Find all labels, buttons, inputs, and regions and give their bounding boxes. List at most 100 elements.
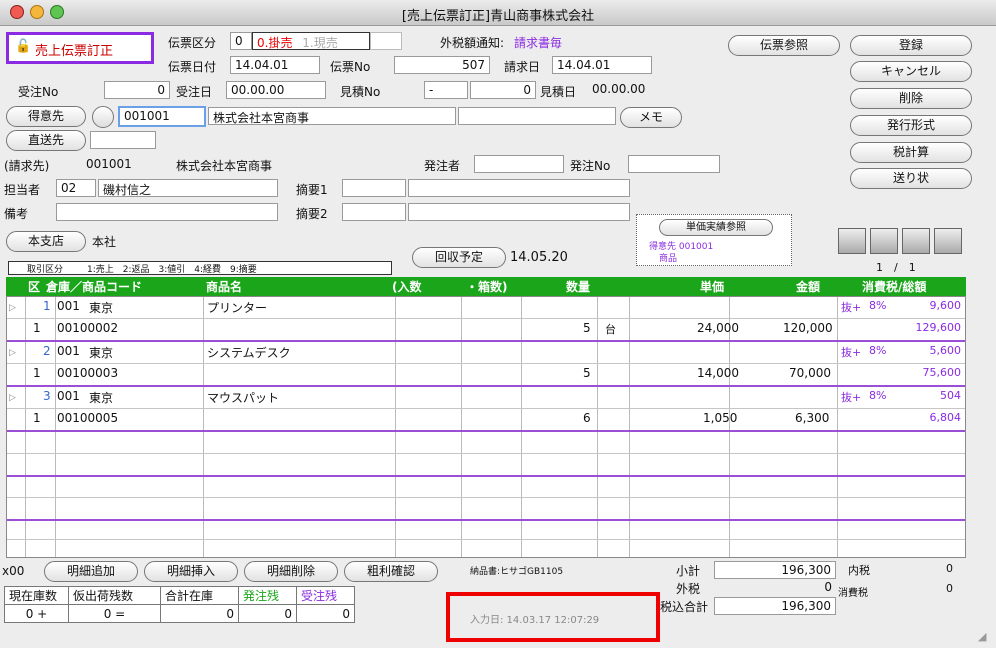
biko-input[interactable] bbox=[56, 203, 278, 221]
detail-grid[interactable]: ▷ 1 001 東京 プリンター 抜+ 8% 9,600 1 00100002 … bbox=[6, 296, 966, 558]
row-separator bbox=[7, 430, 965, 432]
mitsumori-date-input[interactable]: 00.00.00 bbox=[588, 81, 652, 99]
toroku-button[interactable]: 登録 bbox=[850, 35, 972, 56]
memo-button[interactable]: メモ bbox=[620, 107, 682, 128]
col-irisu: (入数 bbox=[392, 280, 422, 294]
mitsumori-no-prefix[interactable]: - bbox=[424, 81, 468, 99]
table-row[interactable]: 1 00100003 5 14,000 70,000 75,600 bbox=[7, 364, 965, 386]
total-amount: 129,600 bbox=[915, 321, 962, 334]
tokuisaki-name-field[interactable]: 株式会社本宮商事 bbox=[208, 107, 456, 125]
zeigaku-label: 外税額通知: bbox=[440, 36, 505, 50]
tokuisaki-radio[interactable] bbox=[92, 106, 114, 128]
chokuso-button[interactable]: 直送先 bbox=[6, 130, 86, 151]
shokei-label: 小計 bbox=[676, 564, 701, 578]
tekiyo1-text-input[interactable] bbox=[408, 179, 630, 197]
table-row[interactable]: ▷ 2 001 東京 システムデスク 抜+ 8% 5,600 bbox=[7, 342, 965, 364]
meisai-sakujo-button[interactable]: 明細削除 bbox=[244, 561, 338, 582]
item-code: 00100005 bbox=[57, 411, 119, 425]
kaishu-yotei-button[interactable]: 回収予定 bbox=[412, 247, 506, 268]
item-name: プリンター bbox=[207, 301, 268, 315]
tanka-shohin: 商品 bbox=[659, 254, 678, 264]
stock-table: 現在庫数 仮出荷残数 合計在庫 発注残 受注残 0 + 0 = 0 0 0 bbox=[4, 586, 355, 623]
kake-option[interactable]: 0.掛売 bbox=[257, 36, 292, 49]
tekiyo1-code-input[interactable] bbox=[342, 179, 406, 197]
tax-type: 抜+ bbox=[841, 391, 862, 404]
sakujo-button[interactable]: 削除 bbox=[850, 88, 972, 109]
amount: 120,000 bbox=[783, 321, 833, 335]
tokuisaki-code-input[interactable]: 001001 bbox=[118, 106, 206, 127]
col-kingaku: 金額 bbox=[796, 280, 821, 294]
tekiyo1-label: 摘要1 bbox=[296, 183, 328, 197]
denpyo-no-input[interactable]: 507 bbox=[394, 56, 490, 74]
amount: 6,300 bbox=[795, 411, 830, 425]
grid-hline bbox=[7, 453, 965, 454]
grid-hline bbox=[7, 539, 965, 540]
chokuso-code-input[interactable] bbox=[90, 131, 156, 149]
row-separator bbox=[7, 519, 965, 521]
shokei-value: 196,300 bbox=[714, 561, 836, 579]
denpyo-kubun-options[interactable]: 0.掛売 1.現売 bbox=[252, 32, 370, 50]
amount: 70,000 bbox=[789, 366, 831, 380]
meisai-sonyu-button[interactable]: 明細挿入 bbox=[144, 561, 238, 582]
tantosha-label: 担当者 bbox=[4, 183, 41, 197]
nohinsho-label: 納品書:ヒサゴGB1105 bbox=[470, 567, 564, 577]
tokuisaki-extra-field[interactable] bbox=[458, 107, 616, 125]
tekiyo2-text-input[interactable] bbox=[408, 203, 630, 221]
tax-type: 抜+ bbox=[841, 301, 862, 314]
juchu-no-input[interactable]: 0 bbox=[104, 81, 170, 99]
table-row[interactable]: ▷ 3 001 東京 マウスパット 抜+ 8% 504 bbox=[7, 387, 965, 409]
juchu-date-input[interactable]: 00.00.00 bbox=[226, 81, 326, 99]
row-expand-icon[interactable]: ▷ bbox=[9, 303, 16, 313]
soko-name: 東京 bbox=[89, 301, 114, 315]
seikyu-date-input[interactable]: 14.04.01 bbox=[552, 56, 652, 74]
hacchusha-input[interactable] bbox=[474, 155, 564, 173]
denpyo-kubun-label: 伝票区分 bbox=[168, 36, 217, 50]
juchu-no-label: 受注No bbox=[18, 85, 59, 99]
honshiten-button[interactable]: 本支店 bbox=[6, 231, 86, 252]
x00-label: x00 bbox=[2, 564, 25, 578]
denpyo-date-input[interactable]: 14.04.01 bbox=[230, 56, 320, 74]
row-expand-icon[interactable]: ▷ bbox=[9, 348, 16, 358]
resize-grip-icon[interactable]: ◢ bbox=[978, 630, 992, 644]
cancel-button[interactable]: キャンセル bbox=[850, 61, 972, 82]
arari-kakunin-button[interactable]: 粗利確認 bbox=[344, 561, 438, 582]
soko-code: 001 bbox=[57, 299, 80, 313]
tax-amount: 5,600 bbox=[929, 344, 962, 357]
hacchu-no-input[interactable] bbox=[628, 155, 720, 173]
denpyo-sansho-button[interactable]: 伝票参照 bbox=[728, 35, 840, 56]
item-code: 00100002 bbox=[57, 321, 119, 335]
printer-icon[interactable] bbox=[934, 228, 962, 254]
grid-header: 区 倉庫／商品コード 商品名 (入数 ・箱数) 数量 単価 金額 消費税/総額 bbox=[6, 277, 966, 296]
qty: 6 bbox=[583, 411, 591, 425]
table-row[interactable]: 1 00100005 6 1,050 6,300 6,804 bbox=[7, 409, 965, 431]
stock-value: 0 bbox=[238, 604, 297, 623]
item-name: マウスパット bbox=[207, 391, 280, 405]
printer-icon[interactable] bbox=[838, 228, 866, 254]
total-amount: 6,804 bbox=[929, 411, 962, 424]
row-expand-icon[interactable]: ▷ bbox=[9, 393, 16, 403]
table-row[interactable]: 1 00100002 5 台 24,000 120,000 129,600 bbox=[7, 319, 965, 341]
genbai-option[interactable]: 1.現売 bbox=[302, 36, 337, 49]
printer-icon[interactable] bbox=[870, 228, 898, 254]
printer-icon[interactable] bbox=[902, 228, 930, 254]
table-row[interactable]: ▷ 1 001 東京 プリンター 抜+ 8% 9,600 bbox=[7, 297, 965, 319]
lock-icon: 🔓 bbox=[15, 39, 32, 54]
hakko-keishiki-button[interactable]: 発行形式 bbox=[850, 115, 972, 136]
mitsumori-no-input[interactable]: 0 bbox=[470, 81, 536, 99]
okurijo-button[interactable]: 送り状 bbox=[850, 168, 972, 189]
tanka-jisseki-button[interactable]: 単価実績参照 bbox=[659, 219, 773, 236]
soko-name: 東京 bbox=[89, 346, 114, 360]
line-no: 1 bbox=[43, 299, 51, 313]
tokuisaki-button[interactable]: 得意先 bbox=[6, 106, 86, 127]
sotozei-label: 外税 bbox=[676, 582, 701, 596]
tantosha-code-input[interactable]: 02 bbox=[56, 179, 96, 197]
denpyo-kubun-input[interactable]: 0 bbox=[230, 32, 252, 50]
tekiyo2-label: 摘要2 bbox=[296, 207, 328, 221]
zei-keisan-button[interactable]: 税計算 bbox=[850, 142, 972, 163]
meisai-tsuika-button[interactable]: 明細追加 bbox=[44, 561, 138, 582]
window-title: [売上伝票訂正]青山商事株式会社 bbox=[401, 9, 595, 24]
seikyusaki-name: 株式会社本宮商事 bbox=[176, 159, 273, 173]
print-icons bbox=[838, 228, 966, 256]
denpyo-no-label: 伝票No bbox=[330, 60, 371, 74]
tekiyo2-code-input[interactable] bbox=[342, 203, 406, 221]
